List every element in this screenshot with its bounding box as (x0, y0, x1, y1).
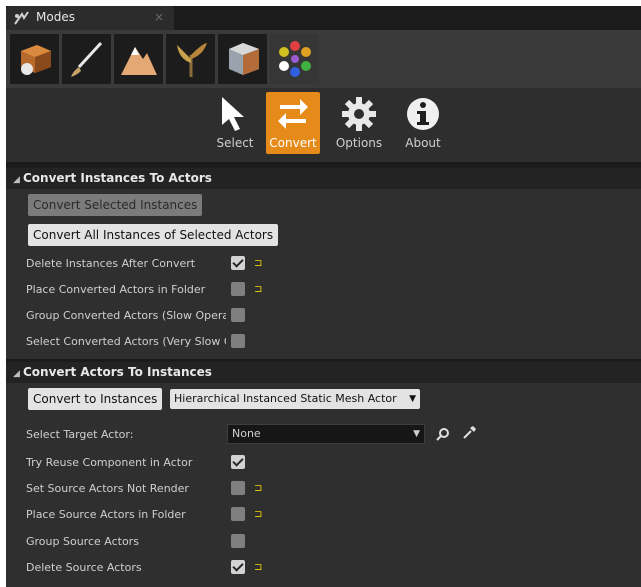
group-converted-label: Group Converted Actors (Slow Operati (26, 309, 226, 322)
convert-all-instances-button[interactable]: Convert All Instances of Selected Actors (28, 224, 279, 246)
collapse-arrow-icon: ◢ (13, 369, 20, 379)
tool-toolbar: Select Convert Options About (6, 88, 641, 162)
chevron-down-icon: ▼ (413, 429, 420, 439)
target-actor-value: None (232, 427, 261, 440)
place-in-folder-checkbox[interactable] (231, 282, 245, 296)
section-title: Convert Actors To Instances (23, 365, 212, 379)
place-in-folder-label: Place Converted Actors in Folder (26, 283, 206, 296)
delete-instances-checkbox[interactable] (231, 256, 245, 270)
options-tool-button[interactable]: Options (332, 92, 386, 154)
convert-selected-instances-button[interactable]: Convert Selected Instances (28, 194, 203, 216)
group-converted-checkbox[interactable] (231, 308, 245, 322)
collapse-arrow-icon: ◢ (13, 175, 20, 185)
try-reuse-label: Try Reuse Component in Actor (26, 456, 193, 469)
group-source-label: Group Source Actors (26, 535, 139, 548)
section-title: Convert Instances To Actors (23, 171, 212, 185)
group-source-checkbox[interactable] (231, 534, 245, 548)
source-in-folder-label: Place Source Actors in Folder (26, 508, 186, 521)
select-label: Select (216, 136, 254, 150)
paint-mode-button[interactable] (62, 34, 111, 84)
actor-type-value: Hierarchical Instanced Static Mesh Actor (174, 392, 397, 405)
geometry-icon (228, 43, 259, 75)
reset-to-default-icon[interactable]: ⊐ (254, 285, 262, 295)
reset-to-default-icon[interactable]: ⊐ (254, 510, 262, 520)
reset-to-default-icon[interactable]: ⊐ (254, 484, 262, 494)
search-icon[interactable] (436, 427, 450, 441)
select-converted-label: Select Converted Actors (Very Slow Op (26, 335, 226, 348)
section-body-instances-to-actors: Convert Selected Instances Convert All I… (6, 189, 641, 359)
about-tool-button[interactable]: About (396, 92, 450, 154)
close-icon[interactable]: × (154, 10, 164, 24)
select-tool-button[interactable]: Select (208, 92, 262, 154)
convert-arrows-icon (278, 99, 308, 129)
landscape-icon (120, 47, 157, 75)
section-body-actors-to-instances: Convert to Instances Hierarchical Instan… (6, 383, 641, 587)
paint-brush-icon (70, 41, 102, 77)
delete-instances-label: Delete Instances After Convert (26, 257, 196, 270)
mode-toolbar (6, 30, 641, 88)
select-converted-checkbox[interactable] (231, 334, 245, 348)
source-not-render-label: Set Source Actors Not Render (26, 482, 189, 495)
place-mode-button[interactable] (10, 34, 59, 84)
try-reuse-checkbox[interactable] (231, 455, 245, 469)
cursor-arrow-icon (222, 97, 244, 131)
tab-bar: Modes × (6, 6, 641, 30)
reset-to-default-icon[interactable]: ⊐ (254, 259, 262, 269)
section-header-instances-to-actors[interactable]: ◢ Convert Instances To Actors (6, 168, 641, 189)
gear-icon (342, 97, 376, 131)
chevron-down-icon: ▼ (409, 394, 416, 404)
actor-type-select[interactable]: Hierarchical Instanced Static Mesh Actor… (170, 389, 420, 409)
foliage-mode-button[interactable] (166, 34, 215, 84)
modes-panel: Modes × Select Convert Options About ◢ C… (6, 6, 641, 587)
color-dots-icon (278, 41, 311, 77)
convert-tool-button[interactable]: Convert (266, 92, 320, 154)
source-in-folder-checkbox[interactable] (231, 507, 245, 521)
convert-label: Convert (269, 136, 317, 150)
section-header-actors-to-instances[interactable]: ◢ Convert Actors To Instances (6, 362, 641, 383)
options-label: Options (335, 136, 383, 150)
delete-source-checkbox[interactable] (231, 560, 245, 574)
info-icon (407, 98, 439, 130)
landscape-mode-button[interactable] (114, 34, 163, 84)
target-actor-dropdown[interactable]: None ▼ (227, 424, 425, 444)
eyedropper-icon[interactable] (462, 426, 476, 440)
foliage-icon (176, 43, 207, 77)
target-actor-label: Select Target Actor: (26, 428, 134, 441)
modes-icon (14, 11, 29, 25)
delete-source-label: Delete Source Actors (26, 561, 142, 574)
geometry-mode-button[interactable] (218, 34, 267, 84)
tab-modes[interactable]: Modes × (6, 6, 174, 30)
convert-to-instances-button[interactable]: Convert to Instances (28, 388, 163, 410)
reset-to-default-icon[interactable]: ⊐ (254, 563, 262, 573)
place-mode-icon (20, 45, 51, 75)
tab-title: Modes (36, 10, 75, 24)
source-not-render-checkbox[interactable] (231, 481, 245, 495)
about-label: About (405, 136, 441, 150)
extra-mode-button[interactable] (270, 34, 319, 84)
